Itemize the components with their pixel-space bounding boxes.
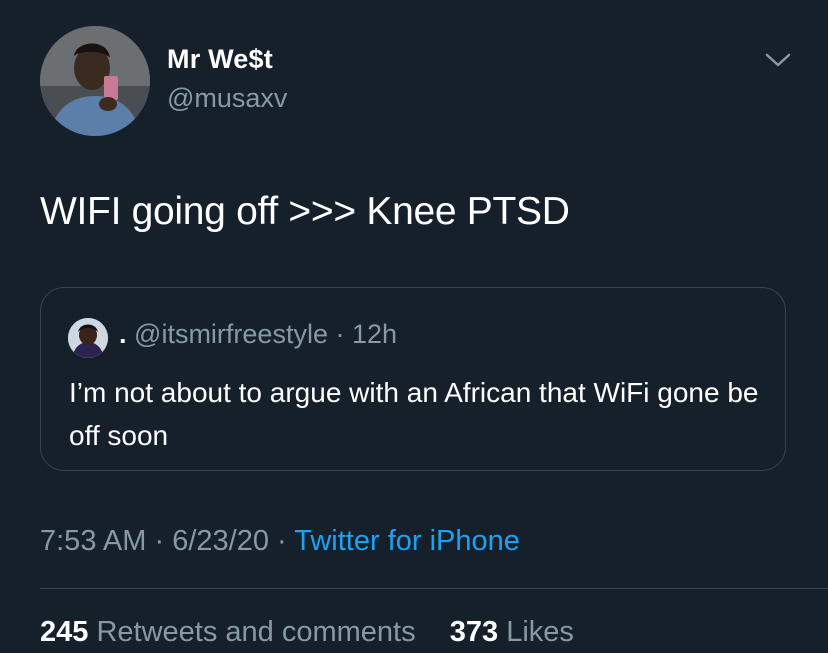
tweet-time: 7:53 AM [40, 525, 147, 557]
quoted-tweet-header: . @itsmirfreestyle · 12h [119, 319, 397, 350]
meta-separator: · [154, 525, 165, 557]
tweet-source-link[interactable]: Twitter for iPhone [294, 525, 520, 557]
quoted-author-handle: @itsmirfreestyle [134, 319, 328, 349]
quoted-tweet[interactable]: . @itsmirfreestyle · 12h I’m not about t… [40, 287, 786, 471]
retweets-count: 245 [40, 616, 89, 648]
retweets-label: Retweets and comments [96, 616, 416, 648]
quoted-author-display-name: . [119, 319, 127, 349]
tweet-text: WIFI going off >>> Knee PTSD [40, 190, 570, 233]
author-avatar[interactable] [40, 26, 150, 136]
likes-label: Likes [506, 616, 574, 648]
quoted-tweet-text: I’m not about to argue with an African t… [69, 377, 759, 451]
tweet-metadata: 7:53 AM · 6/23/20 · Twitter for iPhone [40, 525, 520, 558]
quoted-author-avatar [68, 318, 108, 358]
quoted-timestamp: 12h [352, 319, 398, 349]
quoted-separator: · [335, 319, 345, 349]
tweet-stats: 245 Retweets and comments 373 Likes [40, 616, 574, 649]
likes-stat[interactable]: 373 Likes [442, 616, 574, 648]
tweet-detail: Mr We$t @musaxv WIFI going off >>> Knee … [0, 0, 828, 653]
author-handle[interactable]: @musaxv [167, 83, 287, 114]
divider [40, 588, 828, 589]
likes-count: 373 [449, 616, 499, 648]
retweets-stat[interactable]: 245 Retweets and comments [40, 616, 424, 648]
tweet-date: 6/23/20 [172, 525, 269, 557]
meta-separator: · [277, 525, 287, 557]
chevron-down-icon[interactable] [764, 50, 792, 70]
author-display-name[interactable]: Mr We$t [167, 44, 273, 75]
